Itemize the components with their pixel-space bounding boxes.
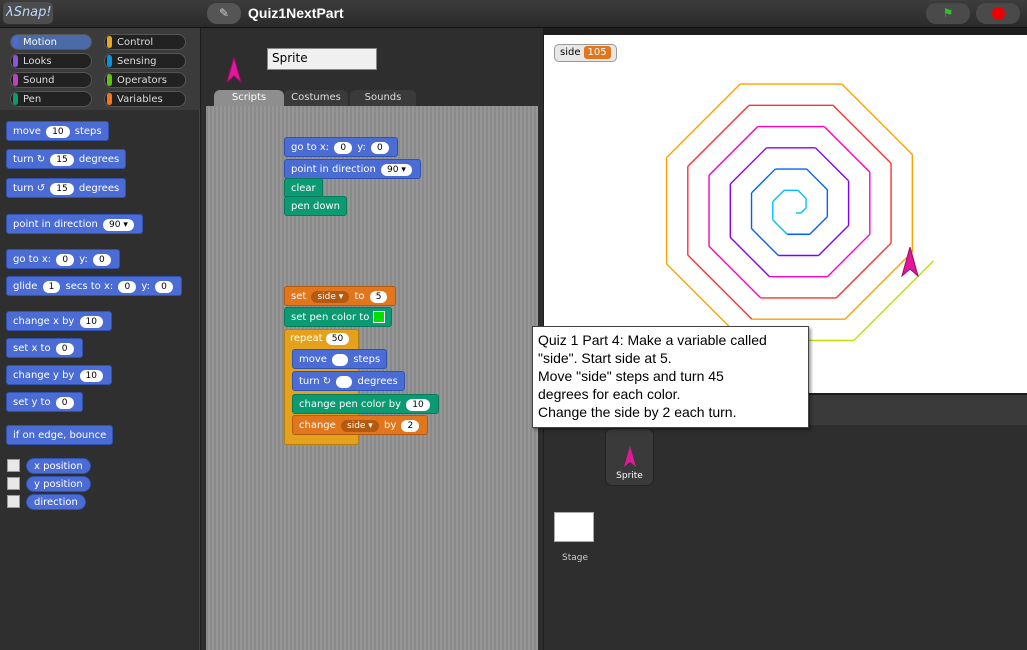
instruction-comment[interactable]: Quiz 1 Part 4: Make a variable called "s… [532,326,809,428]
reporter-direction[interactable]: direction [26,494,86,510]
tab-costumes[interactable]: Costumes [284,90,348,106]
sprite-thumbnail-icon [226,57,242,83]
pen-line-segment [823,126,871,173]
pen-line-segment [708,126,759,176]
pen-line-segment [806,168,828,191]
script-move[interactable]: move steps [292,349,388,369]
stop-icon [991,7,1005,20]
reporter-x-position[interactable]: x position [26,458,91,474]
green-flag-button[interactable]: ⚑ [926,3,970,24]
sprite-arrow-icon[interactable] [900,247,920,277]
checkbox-y-position[interactable] [7,477,20,490]
pen-line-segment [800,207,807,214]
pen-line-segment [853,260,935,341]
block-turn-ccw[interactable]: turn ↺ 15 degrees [6,178,127,198]
category-variables[interactable]: Variables [104,91,186,107]
flag-icon: ⚑ [942,6,954,20]
sprite-thumb-icon [623,446,636,467]
script-point-direction[interactable]: point in direction 90 ▾ [284,159,421,179]
block-change-y[interactable]: change y by 10 [6,365,112,385]
pen-line-segment [814,147,850,182]
checkbox-x-position[interactable] [7,459,20,472]
category-operators[interactable]: Operators [104,72,186,88]
edit-icon[interactable]: ✎ [207,3,241,24]
pen-line-segment [751,168,776,194]
category-motion[interactable]: Motion [10,34,92,50]
block-set-x[interactable]: set x to 0 [6,338,83,358]
sprite-corral-label: Sprite [616,471,643,481]
script-change-var[interactable]: change side ▾ by 2 [292,415,429,435]
block-change-x[interactable]: change x by 10 [6,311,112,331]
pen-line-segment [835,242,892,299]
pen-line-segment [687,254,753,320]
category-sound[interactable]: Sound [10,72,92,88]
stage-thumbnail[interactable] [554,512,594,542]
pen-line-segment [772,219,788,235]
script-turn[interactable]: turn ↻ degrees [292,371,405,391]
pen-line-segment [818,225,850,256]
top-bar: λSnap! ✎ Quiz1NextPart ⚑ [0,0,1027,28]
stage-label: Stage [562,553,589,563]
pen-line-segment [708,245,762,299]
pen-line-segment [809,216,828,235]
category-selector: Motion Control Looks Sensing Sound Opera… [0,28,200,110]
project-title: Quiz1NextPart [248,5,344,21]
snap-logo[interactable]: λSnap! [3,2,53,24]
block-palette: Motion Control Looks Sensing Sound Opera… [0,28,200,650]
stop-button[interactable] [976,3,1020,24]
block-go-to[interactable]: go to x: 0 y: 0 [6,249,120,269]
script-set-pen-color[interactable]: set pen color to [284,307,392,327]
block-move[interactable]: move 10 steps [6,121,109,141]
scripts-canvas[interactable]: go to x: 0 y: 0 point in direction 90 ▾ … [206,106,538,650]
color-swatch[interactable] [372,311,385,323]
category-looks[interactable]: Looks [10,53,92,69]
reporter-y-position[interactable]: y position [26,476,91,492]
pen-line-segment [729,147,767,185]
script-change-pen-color[interactable]: change pen color by 10 [292,394,439,414]
tab-sounds[interactable]: Sounds [350,90,416,106]
block-set-y[interactable]: set y to 0 [6,392,83,412]
script-go-to[interactable]: go to x: 0 y: 0 [284,137,398,157]
repeat-label: repeat 50 [290,330,350,348]
pen-line-segment [729,236,771,278]
pen-line-segment [832,104,892,164]
category-sensing[interactable]: Sensing [104,53,186,69]
pen-line-segment [666,83,741,159]
pen-line-segment [751,228,779,256]
script-set-var[interactable]: set side ▾ to 5 [284,286,397,306]
pen-line-segment [797,189,807,200]
checkbox-direction[interactable] [7,495,20,508]
category-control[interactable]: Control [104,34,186,50]
block-turn-cw[interactable]: turn ↻ 15 degrees [6,149,127,169]
block-glide[interactable]: glide 1 secs to x: 0 y: 0 [6,276,182,296]
pen-line-segment [772,189,785,203]
script-pen-down[interactable]: pen down [284,196,347,216]
sprite-name-field[interactable]: Sprite [267,48,377,70]
block-bounce[interactable]: if on edge, bounce [6,425,114,445]
pen-line-segment [841,83,913,156]
sprite-corral-item[interactable]: Sprite [605,428,654,486]
tab-scripts[interactable]: Scripts [214,90,284,106]
category-pen[interactable]: Pen [10,91,92,107]
pen-line-segment [687,104,750,167]
block-point-direction[interactable]: point in direction 90 ▾ [6,214,143,234]
script-clear[interactable]: clear [284,178,323,198]
